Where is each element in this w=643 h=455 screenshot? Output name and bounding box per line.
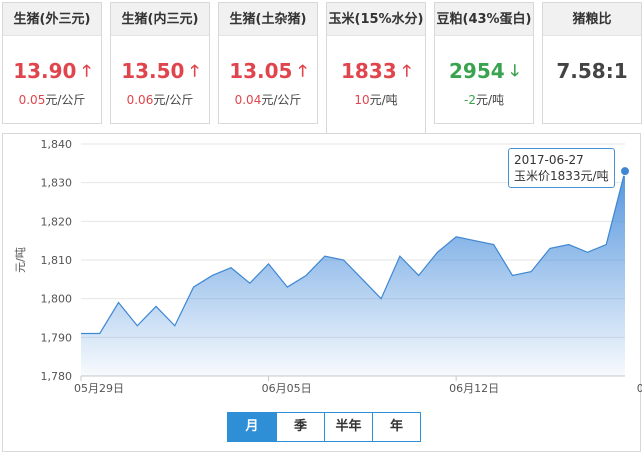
card-price: 1833 🡑	[327, 59, 425, 87]
card-title: 猪粮比	[543, 3, 641, 36]
arrow-up-icon: 🡑	[190, 61, 199, 80]
period-button-3[interactable]: 年	[372, 413, 420, 441]
period-button-2[interactable]: 半年	[324, 413, 372, 441]
x-tick-label: 06月12日	[449, 382, 499, 395]
x-tick-label: 06月05日	[262, 382, 312, 395]
tooltip-value: 玉米价1833元/吨	[514, 169, 609, 183]
y-axis-label: 元/吨	[14, 247, 27, 273]
period-button-0[interactable]: 月	[228, 413, 276, 441]
card-price-value: 2954	[449, 59, 505, 83]
card-change-value: 10	[354, 93, 370, 107]
card-change: 0.06元/公斤	[111, 91, 209, 108]
card-change-unit: 元/吨	[475, 93, 504, 107]
card-change: 10元/吨	[327, 91, 425, 108]
card-title: 生猪(外三元)	[3, 3, 101, 36]
tooltip-date: 2017-06-27	[514, 153, 584, 167]
card-price-value: 1833	[341, 59, 397, 83]
price-cards: 生猪(外三元) 13.90 🡑 0.05元/公斤 生猪(内三元) 13.50 🡑 0.06元/…	[0, 0, 643, 133]
card-price: 2954 🡓	[435, 59, 533, 87]
card-change: 0.05元/公斤	[3, 91, 101, 108]
arrow-down-icon: 🡓	[510, 61, 519, 80]
y-tick-label: 1,780	[41, 370, 73, 383]
chart-tooltip: 2017-06-27 玉米价1833元/吨	[508, 148, 615, 188]
y-tick-label: 1,790	[41, 331, 73, 344]
card-change-unit: 元/吨	[369, 93, 398, 107]
period-switch: 月季半年年	[227, 412, 421, 442]
y-tick-label: 1,830	[41, 177, 73, 190]
period-button-1[interactable]: 季	[276, 413, 324, 441]
series-area	[81, 171, 625, 376]
y-tick-label: 1,800	[41, 293, 73, 306]
price-card-5[interactable]: 猪粮比 7.58:1	[542, 2, 642, 124]
card-change-unit: 元/公斤	[261, 93, 302, 107]
price-card-0[interactable]: 生猪(外三元) 13.90 🡑 0.05元/公斤	[2, 2, 102, 124]
card-price: 13.90 🡑	[3, 59, 101, 87]
y-tick-label: 1,820	[41, 215, 73, 228]
price-card-4[interactable]: 豆粕(43%蛋白) 2954 🡓 -2元/吨	[434, 2, 534, 124]
card-change: -2元/吨	[435, 91, 533, 108]
card-price: 13.50 🡑	[111, 59, 209, 87]
price-card-2[interactable]: 生猪(土杂猪) 13.05 🡑 0.04元/公斤	[218, 2, 318, 124]
card-change-value: -2	[463, 93, 476, 107]
arrow-up-icon: 🡑	[402, 61, 411, 80]
y-tick-label: 1,840	[41, 138, 73, 151]
card-change-value: 0.05	[18, 93, 46, 107]
card-price-value: 7.58:1	[556, 59, 628, 83]
arrow-up-icon: 🡑	[298, 61, 307, 80]
card-title: 生猪(土杂猪)	[219, 3, 317, 36]
card-change-unit: 元/公斤	[45, 93, 86, 107]
card-change: 0.04元/公斤	[219, 91, 317, 108]
data-point-last	[620, 166, 630, 177]
card-price-value: 13.05	[229, 59, 293, 83]
card-price: 7.58:1	[543, 59, 641, 83]
card-title: 豆粕(43%蛋白)	[435, 3, 533, 36]
card-change-value: 0.04	[234, 93, 262, 107]
card-change-unit: 元/公斤	[153, 93, 194, 107]
arrow-up-icon: 🡑	[82, 61, 91, 80]
y-tick-label: 1,810	[41, 254, 73, 267]
price-card-1[interactable]: 生猪(内三元) 13.50 🡑 0.06元/公斤	[110, 2, 210, 124]
card-title: 生猪(内三元)	[111, 3, 209, 36]
card-price: 13.05 🡑	[219, 59, 317, 87]
x-tick-label: 05月29日	[74, 382, 124, 395]
price-card-3[interactable]: 玉米(15%水分) 1833 🡑 10元/吨	[326, 2, 426, 133]
card-price-value: 13.50	[121, 59, 185, 83]
card-price-value: 13.90	[13, 59, 77, 83]
card-change-value: 0.06	[126, 93, 154, 107]
x-tick-label: 06月19日	[637, 382, 642, 395]
card-title: 玉米(15%水分)	[327, 3, 425, 36]
